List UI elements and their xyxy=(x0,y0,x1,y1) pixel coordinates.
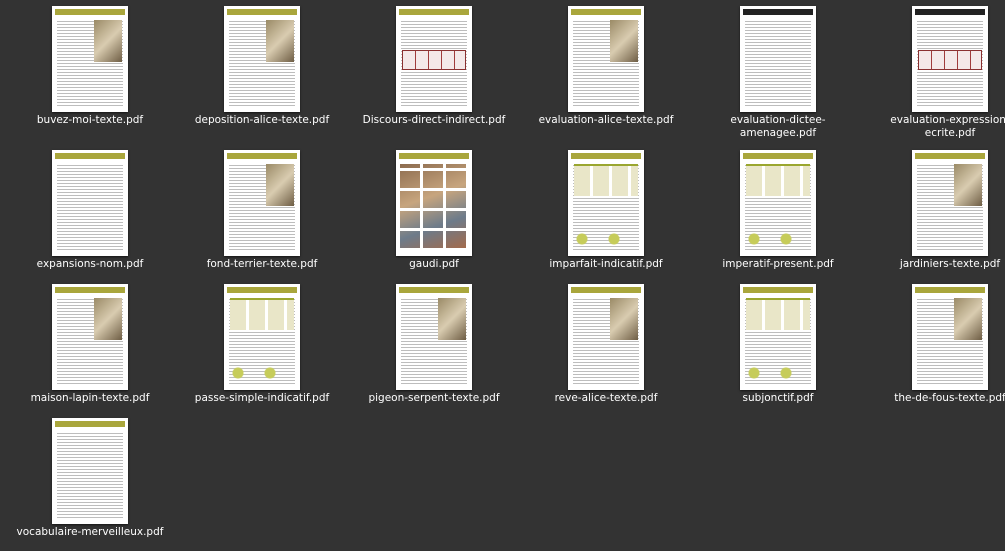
file-name-label: maison-lapin-texte.pdf xyxy=(30,392,150,404)
file-name-label: vocabulaire-merveilleux.pdf xyxy=(16,526,164,538)
file-item[interactable]: pigeon-serpent-texte.pdf xyxy=(348,278,520,410)
pdf-thumbnail[interactable] xyxy=(912,284,988,390)
pdf-thumbnail[interactable] xyxy=(52,418,128,524)
file-item[interactable]: evaluation-expression-ecrite.pdf xyxy=(864,0,1005,139)
file-name-label: evaluation-alice-texte.pdf xyxy=(538,114,674,126)
pdf-thumbnail[interactable] xyxy=(52,150,128,256)
file-item[interactable]: Discours-direct-indirect.pdf xyxy=(348,0,520,132)
file-name-label: pigeon-serpent-texte.pdf xyxy=(368,392,500,404)
file-name-label: the-de-fous-texte.pdf xyxy=(894,392,1005,404)
file-item[interactable]: maison-lapin-texte.pdf xyxy=(4,278,176,410)
pdf-thumbnail[interactable] xyxy=(568,6,644,112)
pdf-thumbnail[interactable] xyxy=(396,284,472,390)
file-name-label: Discours-direct-indirect.pdf xyxy=(362,114,506,126)
pdf-thumbnail[interactable] xyxy=(396,150,472,256)
file-item[interactable]: jardiniers-texte.pdf xyxy=(864,144,1005,276)
file-name-label: evaluation-expression-ecrite.pdf xyxy=(864,114,1005,140)
file-name-label: subjonctif.pdf xyxy=(742,392,814,404)
pdf-thumbnail[interactable] xyxy=(224,150,300,256)
file-name-line: evaluation-dictee- xyxy=(730,114,826,126)
file-name-label: deposition-alice-texte.pdf xyxy=(194,114,330,126)
file-item[interactable]: vocabulaire-merveilleux.pdf xyxy=(4,412,176,544)
file-item[interactable]: subjonctif.pdf xyxy=(692,278,864,410)
pdf-thumbnail[interactable] xyxy=(52,284,128,390)
pdf-thumbnail[interactable] xyxy=(396,6,472,112)
file-name-label: buvez-moi-texte.pdf xyxy=(36,114,144,126)
file-item[interactable]: evaluation-alice-texte.pdf xyxy=(520,0,692,132)
file-item[interactable]: expansions-nom.pdf xyxy=(4,144,176,276)
file-item[interactable]: imparfait-indicatif.pdf xyxy=(520,144,692,276)
pdf-thumbnail[interactable] xyxy=(568,150,644,256)
pdf-thumbnail[interactable] xyxy=(740,284,816,390)
file-name-label: imparfait-indicatif.pdf xyxy=(549,258,663,270)
file-name-label: fond-terrier-texte.pdf xyxy=(206,258,318,270)
file-name-label: gaudi.pdf xyxy=(409,258,459,270)
file-item[interactable]: evaluation-dictee-amenagee.pdf xyxy=(692,0,864,139)
file-item[interactable]: fond-terrier-texte.pdf xyxy=(176,144,348,276)
file-name-label: imperatif-present.pdf xyxy=(722,258,834,270)
pdf-thumbnail[interactable] xyxy=(224,284,300,390)
file-item[interactable]: the-de-fous-texte.pdf xyxy=(864,278,1005,410)
file-name-line: amenagee.pdf xyxy=(739,127,817,139)
file-grid: buvez-moi-texte.pdf deposition-alice-text… xyxy=(0,0,1005,551)
file-item[interactable]: imperatif-present.pdf xyxy=(692,144,864,276)
file-item[interactable]: reve-alice-texte.pdf xyxy=(520,278,692,410)
file-name-label: expansions-nom.pdf xyxy=(36,258,144,270)
file-name-line: ecrite.pdf xyxy=(924,127,976,139)
file-name-label: reve-alice-texte.pdf xyxy=(554,392,658,404)
pdf-thumbnail[interactable] xyxy=(224,6,300,112)
pdf-thumbnail[interactable] xyxy=(740,150,816,256)
pdf-thumbnail[interactable] xyxy=(912,6,988,112)
file-item[interactable]: buvez-moi-texte.pdf xyxy=(4,0,176,132)
file-item[interactable]: passe-simple-indicatif.pdf xyxy=(176,278,348,410)
pdf-thumbnail[interactable] xyxy=(912,150,988,256)
file-name-label: evaluation-dictee-amenagee.pdf xyxy=(692,114,864,140)
file-item[interactable]: gaudi.pdf xyxy=(348,144,520,276)
file-name-line: evaluation-expression- xyxy=(890,114,1005,126)
pdf-thumbnail[interactable] xyxy=(52,6,128,112)
pdf-thumbnail[interactable] xyxy=(568,284,644,390)
file-item[interactable]: deposition-alice-texte.pdf xyxy=(176,0,348,132)
file-name-label: passe-simple-indicatif.pdf xyxy=(194,392,330,404)
pdf-thumbnail[interactable] xyxy=(740,6,816,112)
file-name-label: jardiniers-texte.pdf xyxy=(899,258,1001,270)
